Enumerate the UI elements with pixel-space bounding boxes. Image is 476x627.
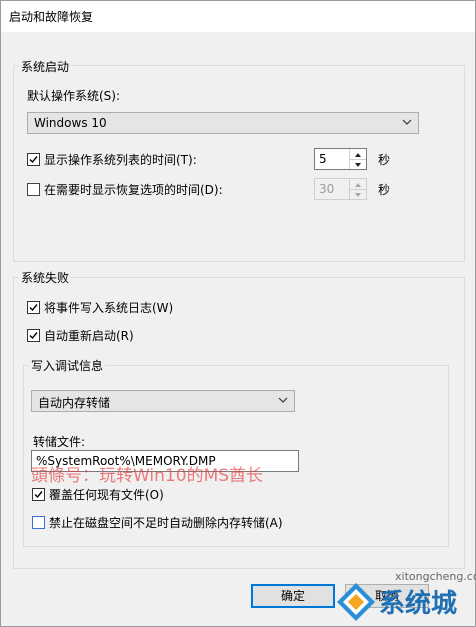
site-logo-icon bbox=[337, 583, 375, 621]
disable-auto-delete-checkbox[interactable] bbox=[32, 516, 45, 529]
write-event-label: 将事件写入系统日志(W) bbox=[44, 301, 174, 315]
debug-type-value: 自动内存转储 bbox=[38, 396, 111, 410]
overwrite-label: 覆盖任何现有文件(O) bbox=[49, 488, 164, 502]
show-recovery-checkbox[interactable] bbox=[27, 183, 40, 196]
arrow-down-icon bbox=[355, 193, 361, 197]
spinner-down-button[interactable] bbox=[350, 159, 366, 169]
default-os-value: Windows 10 bbox=[34, 116, 107, 130]
dump-file-label: 转储文件: bbox=[33, 435, 86, 449]
show-os-list-label: 显示操作系统列表的时间(T): bbox=[44, 153, 197, 167]
show-os-list-spinner[interactable]: 5 bbox=[314, 148, 367, 170]
startup-recovery-dialog: 启动和故障恢复 系统启动 默认操作系统(S): Windows 10 显示操作系… bbox=[0, 0, 476, 627]
chevron-down-icon bbox=[402, 119, 412, 125]
debug-type-dropdown[interactable]: 自动内存转储 bbox=[31, 390, 295, 412]
chevron-down-icon bbox=[278, 397, 288, 403]
system-failure-label: 系统失败 bbox=[19, 269, 72, 286]
ok-button[interactable]: 确定 bbox=[251, 584, 335, 608]
seconds-unit-label: 秒 bbox=[378, 183, 391, 197]
site-url: xitongcheng.com bbox=[395, 570, 476, 583]
checkmark-icon bbox=[34, 491, 43, 499]
checkmark-icon bbox=[29, 332, 38, 340]
write-event-checkbox[interactable] bbox=[27, 301, 40, 314]
overwrite-checkbox[interactable] bbox=[32, 488, 45, 501]
watermark-text: 頭條号：玩转Win10的MS酋长 bbox=[31, 466, 264, 486]
show-os-list-checkbox[interactable] bbox=[27, 153, 40, 166]
arrow-down-icon bbox=[355, 163, 361, 167]
disable-auto-delete-label: 禁止在磁盘空间不足时自动删除内存转储(A) bbox=[49, 516, 283, 530]
seconds-unit-label: 秒 bbox=[378, 153, 391, 167]
checkmark-icon bbox=[29, 304, 38, 312]
site-watermark: xitongcheng.com 系统城 bbox=[333, 570, 476, 626]
show-os-list-value: 5 bbox=[319, 152, 327, 166]
show-recovery-label: 在需要时显示恢复选项的时间(D): bbox=[44, 183, 223, 197]
site-brand: 系统城 bbox=[379, 589, 458, 619]
auto-restart-checkbox[interactable] bbox=[27, 329, 40, 342]
window-title: 启动和故障恢复 bbox=[9, 10, 94, 24]
system-startup-label: 系统启动 bbox=[19, 58, 72, 75]
default-os-label: 默认操作系统(S): bbox=[27, 89, 121, 103]
checkmark-icon bbox=[29, 156, 38, 164]
default-os-dropdown[interactable]: Windows 10 bbox=[27, 112, 419, 134]
debug-info-label: 写入调试信息 bbox=[29, 357, 106, 374]
show-recovery-spinner: 30 bbox=[314, 178, 367, 200]
title-bar[interactable]: 启动和故障恢复 bbox=[1, 1, 475, 32]
spinner-down-button bbox=[350, 189, 366, 199]
auto-restart-label: 自动重新启动(R) bbox=[44, 329, 134, 343]
show-recovery-value: 30 bbox=[319, 182, 335, 196]
